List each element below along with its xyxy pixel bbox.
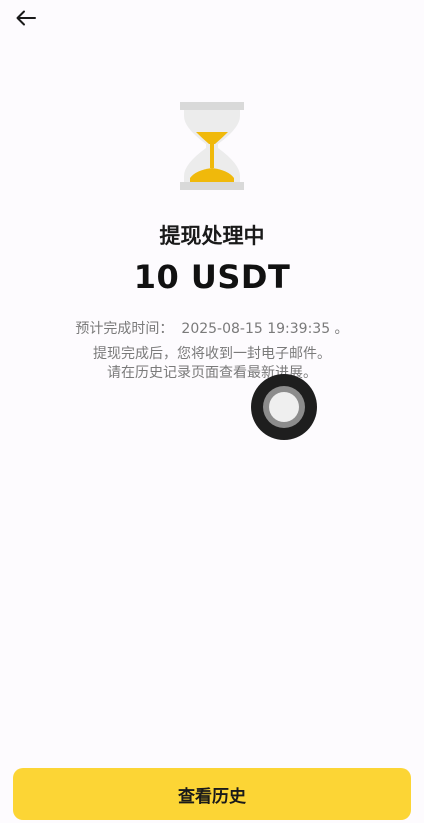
status-title: 提现处理中 — [159, 224, 265, 248]
view-history-button[interactable]: 查看历史 — [13, 768, 411, 820]
status-note: 提现完成后，您将收到一封电子邮件。 请在历史记录页面查看最新进展。 — [0, 345, 424, 383]
estimated-completion: 预计完成时间： 2025-08-15 19:39:35 。 — [0, 318, 424, 338]
note-line-1: 提现完成后，您将收到一封电子邮件。 — [93, 346, 331, 362]
hourglass-icon — [178, 100, 246, 192]
back-button[interactable] — [12, 6, 40, 30]
arrow-left-icon — [16, 10, 36, 26]
eta-value: 2025-08-15 19:39:35 。 — [181, 321, 349, 337]
touch-indicator — [251, 374, 317, 440]
withdraw-amount: 10 USDT — [133, 258, 291, 296]
eta-label: 预计完成时间： — [75, 321, 174, 337]
note-line-2: 请在历史记录页面查看最新进展。 — [107, 365, 317, 381]
